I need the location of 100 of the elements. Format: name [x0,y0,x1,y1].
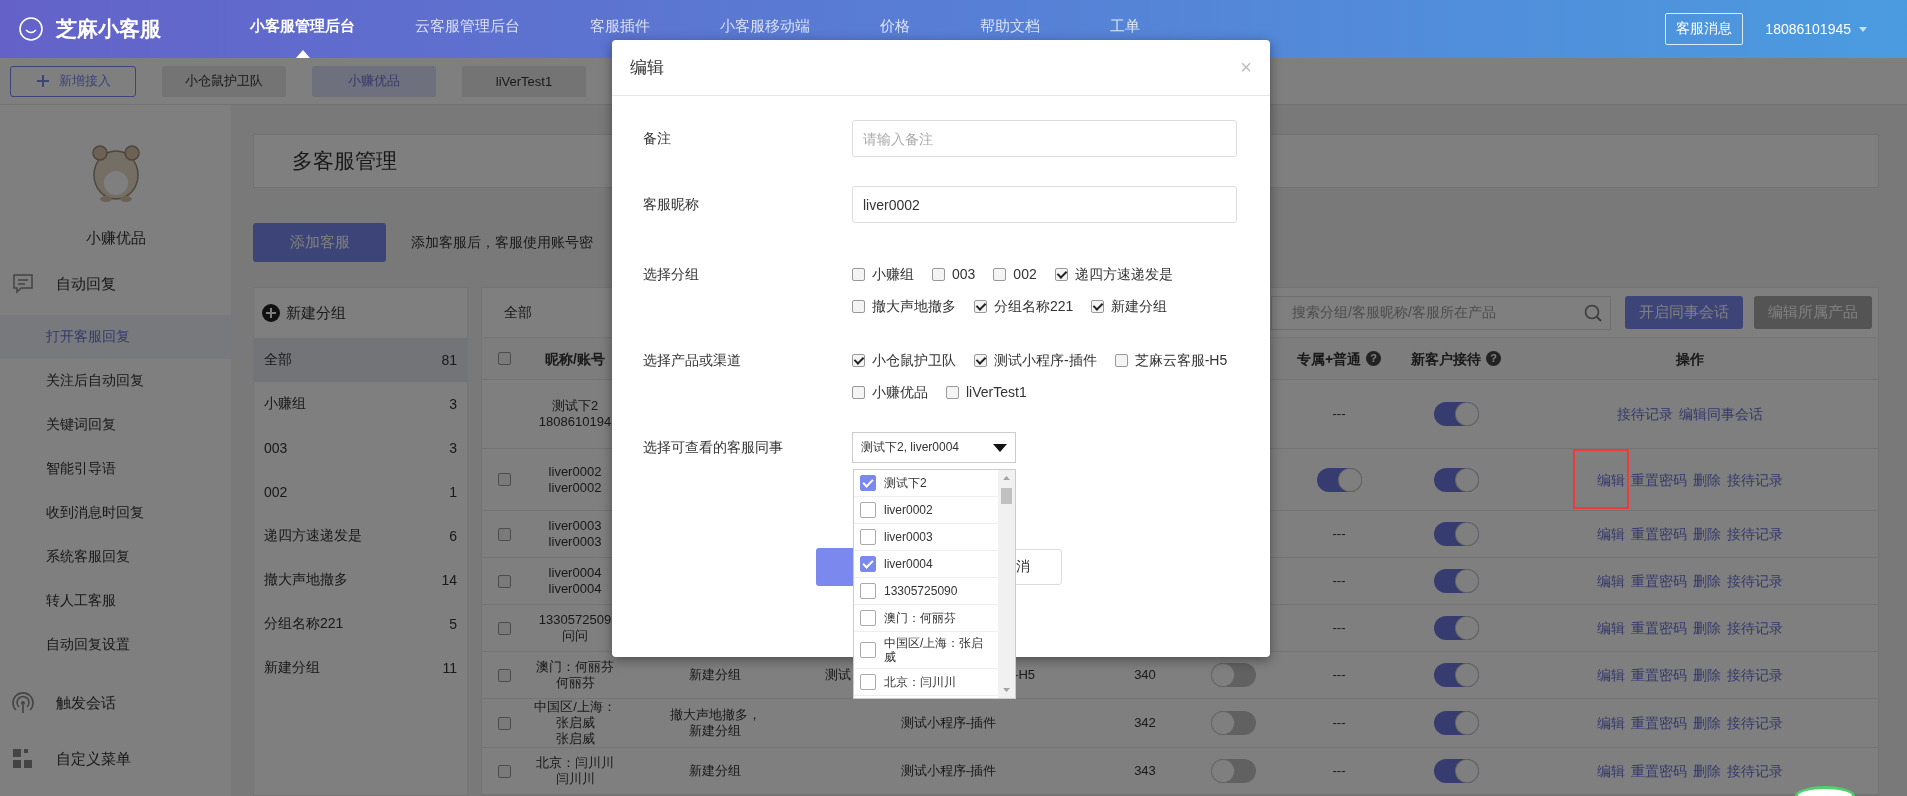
nav-tab[interactable]: 云客服管理后台 [415,0,520,58]
checkbox[interactable] [860,674,876,690]
toggle-switch[interactable] [1316,467,1362,492]
action-link[interactable]: 编辑 [1596,715,1625,731]
action-link[interactable]: 删除 [1692,471,1721,488]
action-link[interactable]: 接待记录 [1726,620,1783,636]
action-link[interactable]: 重置密码 [1630,667,1687,683]
dropdown-option[interactable]: 13305725090 [854,578,998,605]
group-item[interactable]: 撤大声地撤多 14 [254,558,467,602]
checkbox-label[interactable]: liVerTest1 [966,376,1027,408]
input-field[interactable]: 请输入备注 [852,120,1237,157]
sidebar-item[interactable]: 智能引导语 [0,447,231,491]
action-link[interactable]: 编辑 [1596,526,1625,542]
close-button[interactable]: × [1240,56,1252,79]
toggle-switch[interactable] [1210,759,1256,783]
add-agent-button[interactable]: 添加客服 [253,223,386,262]
message-button[interactable]: 客服消息 [1665,13,1744,45]
action-link[interactable]: 重置密码 [1630,715,1687,731]
dropdown-option[interactable]: 澳门：何丽芬 [854,605,998,632]
action-link[interactable]: 接待记录 [1616,406,1673,422]
checkbox[interactable] [497,352,511,365]
dropdown-option[interactable]: 中国区/上海：张启威 [854,632,998,669]
group-item[interactable]: 小赚组 3 [254,382,467,426]
checkbox-label[interactable]: 小赚优品 [872,376,928,408]
group-item[interactable]: 002 1 [254,470,467,514]
checkbox[interactable] [946,385,959,399]
checkbox[interactable] [1091,299,1105,313]
shop-tab[interactable]: liVerTest1 [462,65,586,97]
checkbox[interactable] [860,642,876,658]
sidebar-section[interactable]: 触发会话 [56,693,116,713]
checkbox[interactable] [852,299,865,313]
action-link[interactable]: 删除 [1692,763,1721,779]
action-link[interactable]: 删除 [1692,620,1721,636]
action-link[interactable]: 编辑 [1596,667,1625,683]
action-link[interactable]: 接待记录 [1726,763,1783,779]
floating-button[interactable] [1795,786,1855,796]
checkbox[interactable] [852,385,865,399]
checkbox[interactable] [497,473,511,486]
toggle-switch[interactable] [1433,759,1479,783]
checkbox[interactable] [852,353,865,367]
sidebar-item[interactable]: 自动回复设置 [0,623,231,667]
checkbox[interactable] [852,267,865,281]
new-group-link[interactable]: 新建分组 [286,303,346,323]
checkbox-label[interactable]: 撤大声地撤多 [872,290,956,322]
checkbox[interactable] [497,527,511,541]
action-link[interactable]: 删除 [1692,715,1721,731]
checkbox-label[interactable]: 递四方速递发是 [1074,258,1173,290]
toggle-switch[interactable] [1433,569,1479,593]
checkbox[interactable] [860,502,876,518]
shop-tab[interactable]: 小仓鼠护卫队 [162,65,286,97]
account-name[interactable]: 18086101945 [1765,21,1851,37]
help-icon[interactable]: ? [1486,351,1501,366]
nav-tab[interactable]: 小客服管理后台 [250,0,355,58]
sidebar-item[interactable]: 收到消息时回复 [0,491,231,535]
dropdown-option[interactable]: liver0004 [854,551,998,578]
help-icon[interactable]: ? [1366,351,1382,366]
action-link[interactable]: 重置密码 [1630,526,1687,542]
action-link[interactable]: 重置密码 [1630,763,1687,779]
toggle-switch[interactable] [1433,616,1479,640]
sidebar-item[interactable]: 转人工客服 [0,579,231,623]
sidebar-section[interactable]: 自定义菜单 [56,749,131,769]
checkbox-label[interactable]: 分组名称221 [994,290,1074,322]
checkbox-label[interactable]: 002 [1013,258,1037,290]
checkbox[interactable] [497,716,511,730]
checkbox[interactable] [974,353,987,367]
action-link[interactable]: 删除 [1692,573,1721,589]
group-item[interactable]: 新建分组 11 [254,646,467,690]
action-link[interactable]: 重置密码 [1630,471,1687,488]
checkbox[interactable] [497,668,511,682]
action-link[interactable]: 重置密码 [1630,620,1687,636]
group-item[interactable]: 递四方速递发是 6 [254,514,467,558]
input-field[interactable]: liver0002 [852,186,1237,223]
sidebar-section[interactable]: 自动回复 [56,274,116,294]
action-link[interactable]: 接待记录 [1726,471,1783,488]
action-link[interactable]: 编辑 [1596,620,1625,636]
action-link[interactable]: 编辑 [1596,763,1625,779]
dropdown-option[interactable]: liver0002 [854,497,998,524]
action-link[interactable]: 编辑 [1596,573,1625,589]
checkbox[interactable] [497,764,511,778]
action-link[interactable]: 接待记录 [1726,526,1783,542]
checkbox[interactable] [993,267,1007,281]
checkbox[interactable] [974,299,987,313]
toggle-switch[interactable] [1210,663,1256,687]
action-link[interactable]: 接待记录 [1726,667,1783,683]
action-link[interactable]: 重置密码 [1630,573,1687,589]
action-link[interactable]: 编辑 [1596,471,1625,488]
action-link[interactable]: 编辑同事会话 [1678,406,1763,422]
toggle-switch[interactable] [1210,711,1256,735]
dropdown-option[interactable]: 测试下2 [854,470,998,497]
checkbox[interactable] [860,475,876,491]
dropdown-option[interactable]: 北京：闫川川 [854,669,998,696]
checkbox-label[interactable]: 小仓鼠护卫队 [872,344,956,376]
checkbox-label[interactable]: 小赚组 [872,258,914,290]
action-link[interactable]: 接待记录 [1726,573,1783,589]
checkbox[interactable] [860,529,876,545]
checkbox[interactable] [1054,267,1068,281]
toggle-switch[interactable] [1433,711,1479,735]
sidebar-item[interactable]: 系统客服回复 [0,535,231,579]
group-item[interactable]: 全部 81 [254,338,467,382]
checkbox[interactable] [860,556,876,572]
